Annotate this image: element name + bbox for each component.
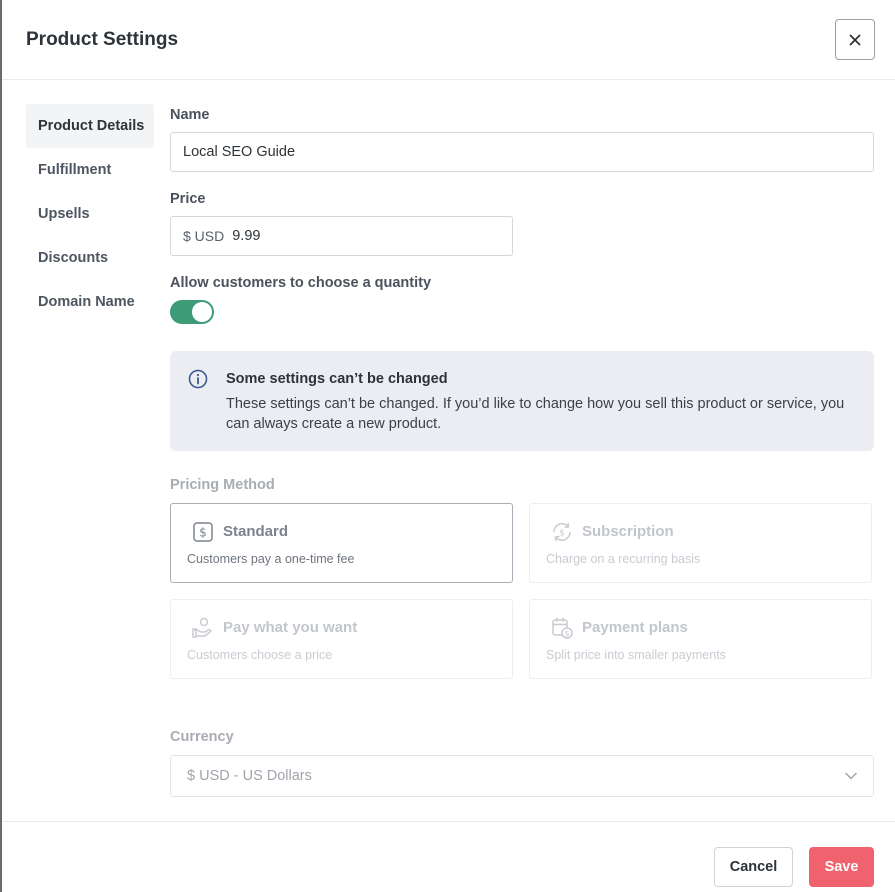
quantity-label: Allow customers to choose a quantity (170, 275, 432, 291)
sidebar-item-label: Product Details (38, 118, 145, 134)
svg-text:$: $ (564, 629, 569, 638)
notice-title: Some settings can’t be changed (226, 371, 448, 387)
dialog-title: Product Settings (26, 28, 179, 50)
pricing-option-subscription[interactable]: $ Subscription Charge on a recurring bas… (529, 503, 872, 583)
product-settings-dialog: Product Settings Product Details Fulfill… (2, 0, 895, 892)
pricing-option-desc: Customers pay a one-time fee (187, 552, 355, 566)
pricing-option-title: Subscription (582, 523, 674, 540)
pricing-option-desc: Split price into smaller payments (546, 648, 726, 662)
hand-coin-icon (192, 617, 212, 638)
sidebar-item-label: Domain Name (38, 294, 135, 310)
settings-notice: Some settings can’t be changed These set… (170, 351, 874, 451)
svg-text:$: $ (199, 526, 207, 540)
sidebar-item-label: Fulfillment (38, 162, 112, 178)
pricing-option-pay-what-you-want[interactable]: Pay what you want Customers choose a pri… (170, 599, 513, 679)
pricing-option-desc: Customers choose a price (187, 648, 333, 662)
pricing-option-payment-plans[interactable]: $ Payment plans Split price into smaller… (529, 599, 872, 679)
sidebar-item-product-details[interactable]: Product Details (26, 104, 154, 148)
currency-label: Currency (170, 729, 234, 745)
sidebar-item-upsells[interactable]: Upsells (26, 192, 154, 236)
recurring-icon: $ (553, 522, 571, 542)
currency-select[interactable]: $ USD - US Dollars (170, 755, 874, 797)
pricing-option-standard[interactable]: $ Standard Customers pay a one-time fee (170, 503, 513, 583)
save-button[interactable]: Save (809, 847, 874, 887)
close-button[interactable] (835, 19, 875, 60)
sidebar-item-label: Discounts (38, 250, 109, 266)
pricing-option-title: Standard (223, 523, 289, 540)
sidebar-item-fulfillment[interactable]: Fulfillment (26, 148, 154, 192)
chevron-down-icon (845, 772, 857, 780)
quantity-toggle[interactable] (170, 300, 214, 324)
name-label: Name (170, 107, 210, 123)
pricing-option-title: Pay what you want (223, 619, 358, 636)
svg-text:$: $ (559, 529, 565, 539)
pricing-method-label: Pricing Method (170, 477, 275, 493)
pricing-option-desc: Charge on a recurring basis (546, 552, 701, 566)
price-label: Price (170, 191, 206, 207)
settings-sidebar: Product Details Fulfillment Upsells Disc… (26, 104, 154, 324)
pricing-option-title: Payment plans (582, 619, 688, 636)
close-icon (849, 34, 861, 45)
currency-selected-value: $ USD - US Dollars (187, 768, 312, 784)
price-currency-prefix: $ USD (183, 228, 225, 244)
name-input[interactable]: Local SEO Guide (170, 132, 874, 172)
sidebar-item-label: Upsells (38, 206, 90, 222)
price-input-value: 9.99 (232, 228, 261, 244)
dialog-header: Product Settings (2, 0, 895, 80)
notice-body: These settings can’t be changed. If you’… (226, 396, 845, 432)
info-icon (188, 369, 208, 389)
cancel-button[interactable]: Cancel (714, 847, 793, 887)
dialog-footer: Cancel Save (2, 821, 895, 892)
price-input[interactable]: $ USD 9.99 (170, 216, 513, 256)
dollar-icon: $ (193, 522, 213, 542)
sidebar-item-discounts[interactable]: Discounts (26, 236, 154, 280)
sidebar-item-domain-name[interactable]: Domain Name (26, 280, 154, 324)
name-input-value: Local SEO Guide (183, 144, 296, 160)
calendar-dollar-icon: $ (552, 618, 573, 639)
toggle-knob (192, 302, 212, 322)
